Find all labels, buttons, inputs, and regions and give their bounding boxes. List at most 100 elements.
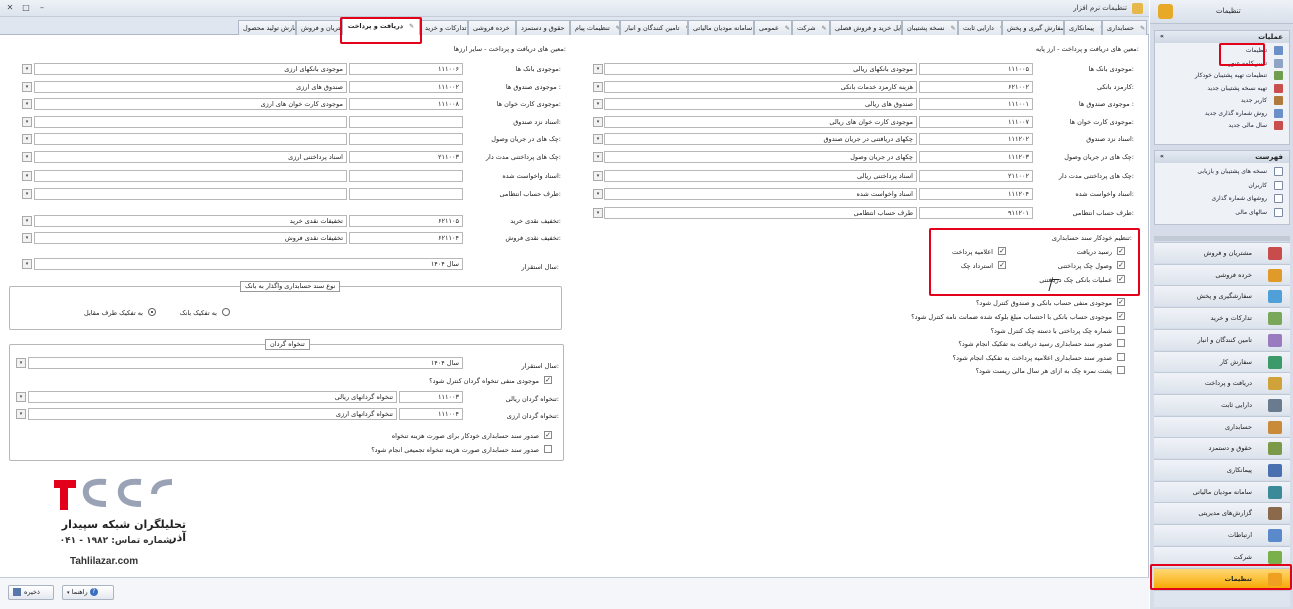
account-name-input[interactable]: هزینه کارمزد خدمات بانکی bbox=[604, 81, 917, 93]
tab-11[interactable]: حقوق و دستمزد✎ bbox=[516, 20, 570, 35]
account-name-input[interactable] bbox=[34, 188, 347, 200]
dropdown-icon[interactable]: ▾ bbox=[593, 82, 603, 92]
account-code-input[interactable] bbox=[349, 170, 463, 182]
account-name-input[interactable] bbox=[34, 170, 347, 182]
op-item[interactable]: تهیه نسخه پشتیبان جدید bbox=[1207, 85, 1267, 92]
tab-close-icon[interactable]: ✎ bbox=[822, 25, 827, 32]
option-checkbox[interactable]: ✓ bbox=[1117, 312, 1125, 320]
dropdown-icon[interactable]: ▾ bbox=[593, 208, 603, 218]
close-icon[interactable]: ✕ bbox=[4, 3, 16, 13]
nav-item-14[interactable]: شرکت bbox=[1154, 545, 1290, 567]
petty-negative-checkbox[interactable]: ✓ bbox=[544, 376, 552, 384]
list-item[interactable]: سالهای مالی bbox=[1235, 209, 1267, 216]
account-code-input[interactable]: ۱۱۱۰۰۷ bbox=[919, 116, 1033, 128]
account-code-input[interactable]: ۱۱۱۲۰۳ bbox=[919, 151, 1033, 163]
tab-close-icon[interactable]: ✎ bbox=[951, 25, 956, 32]
dropdown-icon[interactable]: ▾ bbox=[593, 189, 603, 199]
discount-code-input[interactable]: ۶۲۱۱۰۵ bbox=[349, 215, 463, 227]
list-item[interactable]: روشهای شماره گذاری bbox=[1211, 195, 1267, 202]
dropdown-icon[interactable]: ▾ bbox=[22, 216, 32, 226]
tab-1[interactable]: پیمانکاری✎ bbox=[1064, 20, 1102, 35]
account-name-input[interactable]: چکهای در جریان وصول bbox=[604, 151, 917, 163]
minimize-icon[interactable]: – bbox=[36, 3, 48, 13]
radio-by-counterparty[interactable] bbox=[148, 308, 156, 316]
splitter[interactable] bbox=[1154, 236, 1290, 241]
account-code-input[interactable]: ۱۱۱۰۰۸ bbox=[349, 98, 463, 110]
account-name-input[interactable]: صندوق های ریالی bbox=[604, 98, 917, 110]
petty-aggregate-checkbox[interactable] bbox=[544, 445, 552, 453]
tab-7[interactable]: عمومی ✎ bbox=[754, 20, 792, 35]
petty-fx-code[interactable]: ۱۱۱۰۰۴ bbox=[399, 408, 463, 420]
tab-13[interactable]: تدارکات و خرید✎ bbox=[420, 20, 468, 35]
option-checkbox[interactable] bbox=[1117, 326, 1125, 334]
tab-4[interactable]: نسخه پشتیبان ✎ bbox=[902, 20, 958, 35]
tab-close-icon[interactable]: ✎ bbox=[686, 25, 688, 32]
tab-6[interactable]: شرکت ✎ bbox=[792, 20, 830, 35]
list-item[interactable]: کاربران bbox=[1248, 182, 1267, 189]
radio-by-bank[interactable] bbox=[222, 308, 230, 316]
dropdown-icon[interactable]: ▾ bbox=[16, 392, 26, 402]
nav-item-6[interactable]: دریافت و پرداخت bbox=[1154, 372, 1290, 394]
account-name-input[interactable]: طرف حساب انتظامی bbox=[604, 207, 917, 219]
account-name-input[interactable]: موجودی بانکهای ریالی bbox=[604, 63, 917, 75]
tab-0[interactable]: حسابداری ✎ bbox=[1102, 20, 1147, 35]
tab-close-icon[interactable]: ✎ bbox=[1100, 25, 1101, 32]
nav-item-1[interactable]: خرده فروشی bbox=[1154, 263, 1290, 285]
tab-16[interactable]: سفارش تولید محصول✎ bbox=[238, 20, 296, 35]
tab-close-icon[interactable]: ✎ bbox=[1140, 25, 1145, 32]
nav-item-10[interactable]: پیمانکاری bbox=[1154, 459, 1290, 480]
tab-close-icon[interactable]: ✎ bbox=[409, 23, 414, 30]
dropdown-icon[interactable]: ▾ bbox=[22, 189, 32, 199]
account-name-input[interactable] bbox=[34, 133, 347, 145]
dropdown-icon[interactable]: ▾ bbox=[593, 134, 603, 144]
account-name-input[interactable] bbox=[34, 116, 347, 128]
account-code-input[interactable]: ۱۱۱۰۰۱ bbox=[919, 98, 1033, 110]
tab-8[interactable]: سامانه مودیان مالیاتی✎ bbox=[688, 20, 754, 35]
year-select[interactable]: سال ۱۴۰۴ bbox=[34, 258, 463, 270]
account-code-input[interactable]: ۲۱۱۰۰۲ bbox=[919, 170, 1033, 182]
op-item[interactable]: کاربر جدید bbox=[1241, 97, 1267, 104]
account-name-input[interactable]: اسناد پرداختنی ریالی bbox=[604, 170, 917, 182]
dropdown-icon[interactable]: ▾ bbox=[22, 259, 32, 269]
account-code-input[interactable]: ۲۱۱۰۰۳ bbox=[349, 151, 463, 163]
op-item[interactable]: روش شماره گذاری جدید bbox=[1205, 110, 1267, 117]
nav-item-7[interactable]: دارایی ثابت bbox=[1154, 393, 1290, 415]
dropdown-icon[interactable]: ▾ bbox=[593, 117, 603, 127]
tab-3[interactable]: دارایی ثابت✎ bbox=[958, 20, 1002, 35]
op-item[interactable]: تغییر کلمه عبور bbox=[1229, 60, 1267, 67]
account-code-input[interactable]: ۱۱۱۲۰۲ bbox=[919, 133, 1033, 145]
tab-9[interactable]: تامین کنندگان و انبار✎ bbox=[620, 20, 688, 35]
account-name-input[interactable]: اسناد واخواست شده bbox=[604, 188, 917, 200]
account-code-input[interactable]: ۹۱۱۲۰۱ bbox=[919, 207, 1033, 219]
dropdown-icon[interactable]: ▾ bbox=[22, 99, 32, 109]
list-item[interactable]: نسخه های پشتیبان و بازیابی bbox=[1197, 168, 1267, 175]
account-code-input[interactable]: ۱۱۱۰۰۵ bbox=[919, 63, 1033, 75]
help-button[interactable]: ▾ راهنما ? bbox=[62, 585, 114, 600]
account-name-input[interactable]: موجودی کارت خوان های ارزی bbox=[34, 98, 347, 110]
nav-item-5[interactable]: سفارش کار bbox=[1154, 350, 1290, 372]
dropdown-icon[interactable]: ▾ bbox=[22, 233, 32, 243]
petty-year-select[interactable]: سال ۱۴۰۴ bbox=[28, 357, 463, 369]
nav-item-13[interactable]: ارتباطات bbox=[1154, 524, 1290, 546]
op-item[interactable]: تنظیمات bbox=[1246, 47, 1267, 54]
dropdown-icon[interactable]: ▾ bbox=[22, 134, 32, 144]
list-header[interactable]: فهرست « bbox=[1155, 151, 1289, 163]
tab-2[interactable]: سفارش گیری و پخش✎ bbox=[1002, 20, 1064, 35]
account-code-input[interactable]: ۶۲۱۰۰۲ bbox=[919, 81, 1033, 93]
petty-rial-name[interactable]: تنخواه گردانهای ریالی bbox=[28, 391, 397, 403]
dropdown-icon[interactable]: ▾ bbox=[22, 117, 32, 127]
auto-doc-checkbox[interactable]: ✓ bbox=[1117, 261, 1125, 269]
save-button[interactable]: ذخیره bbox=[8, 585, 54, 600]
tab-12[interactable]: خرده فروشی✎ bbox=[468, 20, 516, 35]
operations-header[interactable]: عملیات « bbox=[1155, 31, 1289, 43]
dropdown-icon[interactable]: ▾ bbox=[593, 152, 603, 162]
dropdown-icon[interactable]: ▾ bbox=[593, 64, 603, 74]
account-code-input[interactable] bbox=[349, 116, 463, 128]
tab-close-icon[interactable]: ✎ bbox=[785, 25, 790, 32]
auto-doc-checkbox[interactable]: ✓ bbox=[1117, 247, 1125, 255]
maximize-icon[interactable]: □ bbox=[20, 3, 32, 13]
dropdown-icon[interactable]: ▾ bbox=[22, 152, 32, 162]
account-code-input[interactable]: ۱۱۱۲۰۴ bbox=[919, 188, 1033, 200]
petty-rial-code[interactable]: ۱۱۱۰۰۳ bbox=[399, 391, 463, 403]
nav-item-12[interactable]: گزارش‌های مدیریتی bbox=[1154, 502, 1290, 524]
